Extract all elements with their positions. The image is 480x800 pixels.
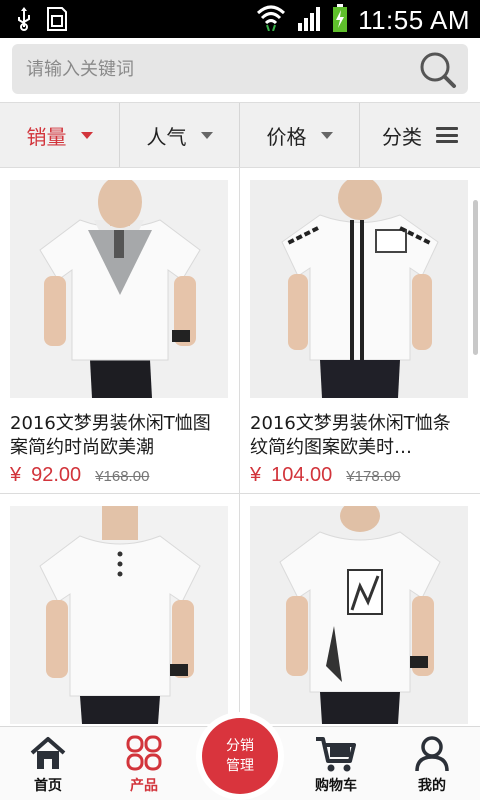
wifi-icon — [256, 5, 286, 35]
search-bar — [0, 38, 480, 102]
price-row: ¥92.00 ¥168.00 — [10, 464, 238, 487]
filter-price-label: 价格 — [266, 124, 307, 149]
filter-popularity[interactable]: 人气 — [120, 103, 240, 167]
nav-products-label: 产品 — [130, 778, 158, 794]
price-row: ¥104.00 ¥178.00 — [250, 464, 478, 487]
filter-sales[interactable]: 销量 — [0, 103, 120, 167]
product-grid: 2016文梦男装休闲T恤图案简约时尚欧美潮 ¥92.00 ¥168.00 201… — [0, 168, 480, 726]
original-price: ¥178.00 — [346, 468, 401, 485]
battery-icon — [332, 4, 348, 36]
product-image[interactable] — [10, 506, 228, 724]
grid-divider — [239, 168, 240, 726]
product-card[interactable]: 2016文梦男装休闲T恤条纹简约图案欧美时… ¥104.00 ¥178.00 — [250, 180, 478, 487]
caret-down-icon — [320, 131, 333, 139]
filter-price[interactable]: 价格 — [240, 103, 360, 167]
search-input[interactable] — [26, 54, 406, 84]
cart-icon — [314, 735, 358, 773]
product-price: ¥92.00 — [10, 464, 81, 487]
search-icon[interactable] — [418, 50, 458, 90]
nav-home-label: 首页 — [34, 778, 62, 794]
filter-sales-label: 销量 — [26, 124, 67, 149]
search-box — [12, 44, 468, 94]
price-value: 104.00 — [271, 464, 333, 486]
product-card[interactable]: 2016文梦男装休闲T恤图案简约时尚欧美潮 ¥92.00 ¥168.00 — [10, 180, 238, 487]
product-title[interactable]: 2016文梦男装休闲T恤条纹简约图案欧美时… — [250, 412, 468, 460]
product-card[interactable] — [250, 506, 478, 724]
user-icon — [412, 735, 452, 773]
caret-down-icon — [80, 131, 93, 139]
currency-symbol: ¥ — [10, 464, 22, 486]
distribution-label-line1: 分销 — [226, 738, 254, 754]
grid-divider — [0, 493, 480, 494]
price-value: 92.00 — [31, 464, 82, 486]
product-image[interactable] — [250, 506, 468, 724]
nav-home[interactable]: 首页 — [0, 727, 96, 800]
original-price: ¥168.00 — [95, 468, 150, 485]
filter-category[interactable]: 分类 — [360, 103, 480, 167]
distribution-label-line2: 管理 — [226, 758, 254, 774]
filter-category-label: 分类 — [382, 124, 422, 149]
signal-icon — [296, 5, 322, 35]
nav-mine[interactable]: 我的 — [384, 727, 480, 800]
status-left-icons — [16, 6, 68, 36]
distribution-button[interactable]: 分销 管理 — [196, 712, 284, 800]
product-image[interactable] — [10, 180, 228, 398]
status-right-icons: 11:55 AM — [256, 4, 470, 36]
currency-symbol: ¥ — [250, 464, 262, 486]
usb-icon — [16, 7, 32, 35]
nav-products[interactable]: 产品 — [96, 727, 192, 800]
product-card[interactable] — [10, 506, 238, 724]
status-bar: 11:55 AM — [0, 0, 480, 38]
product-title[interactable]: 2016文梦男装休闲T恤图案简约时尚欧美潮 — [10, 412, 228, 460]
nav-cart-label: 购物车 — [315, 778, 357, 794]
filter-popularity-label: 人气 — [146, 124, 187, 149]
nav-mine-label: 我的 — [418, 778, 446, 794]
menu-icon — [436, 127, 458, 143]
distribution-button-face: 分销 管理 — [202, 718, 278, 794]
products-grid-icon — [124, 735, 164, 773]
sim-card-icon — [46, 6, 68, 36]
scrollbar[interactable] — [473, 200, 478, 355]
nav-cart[interactable]: 购物车 — [288, 727, 384, 800]
product-price: ¥104.00 — [250, 464, 332, 487]
filter-bar: 销量 人气 价格 分类 — [0, 102, 480, 168]
caret-down-icon — [200, 131, 213, 139]
clock-time: 11:55 AM — [358, 4, 470, 35]
home-icon — [28, 735, 68, 773]
product-image[interactable] — [250, 180, 468, 398]
